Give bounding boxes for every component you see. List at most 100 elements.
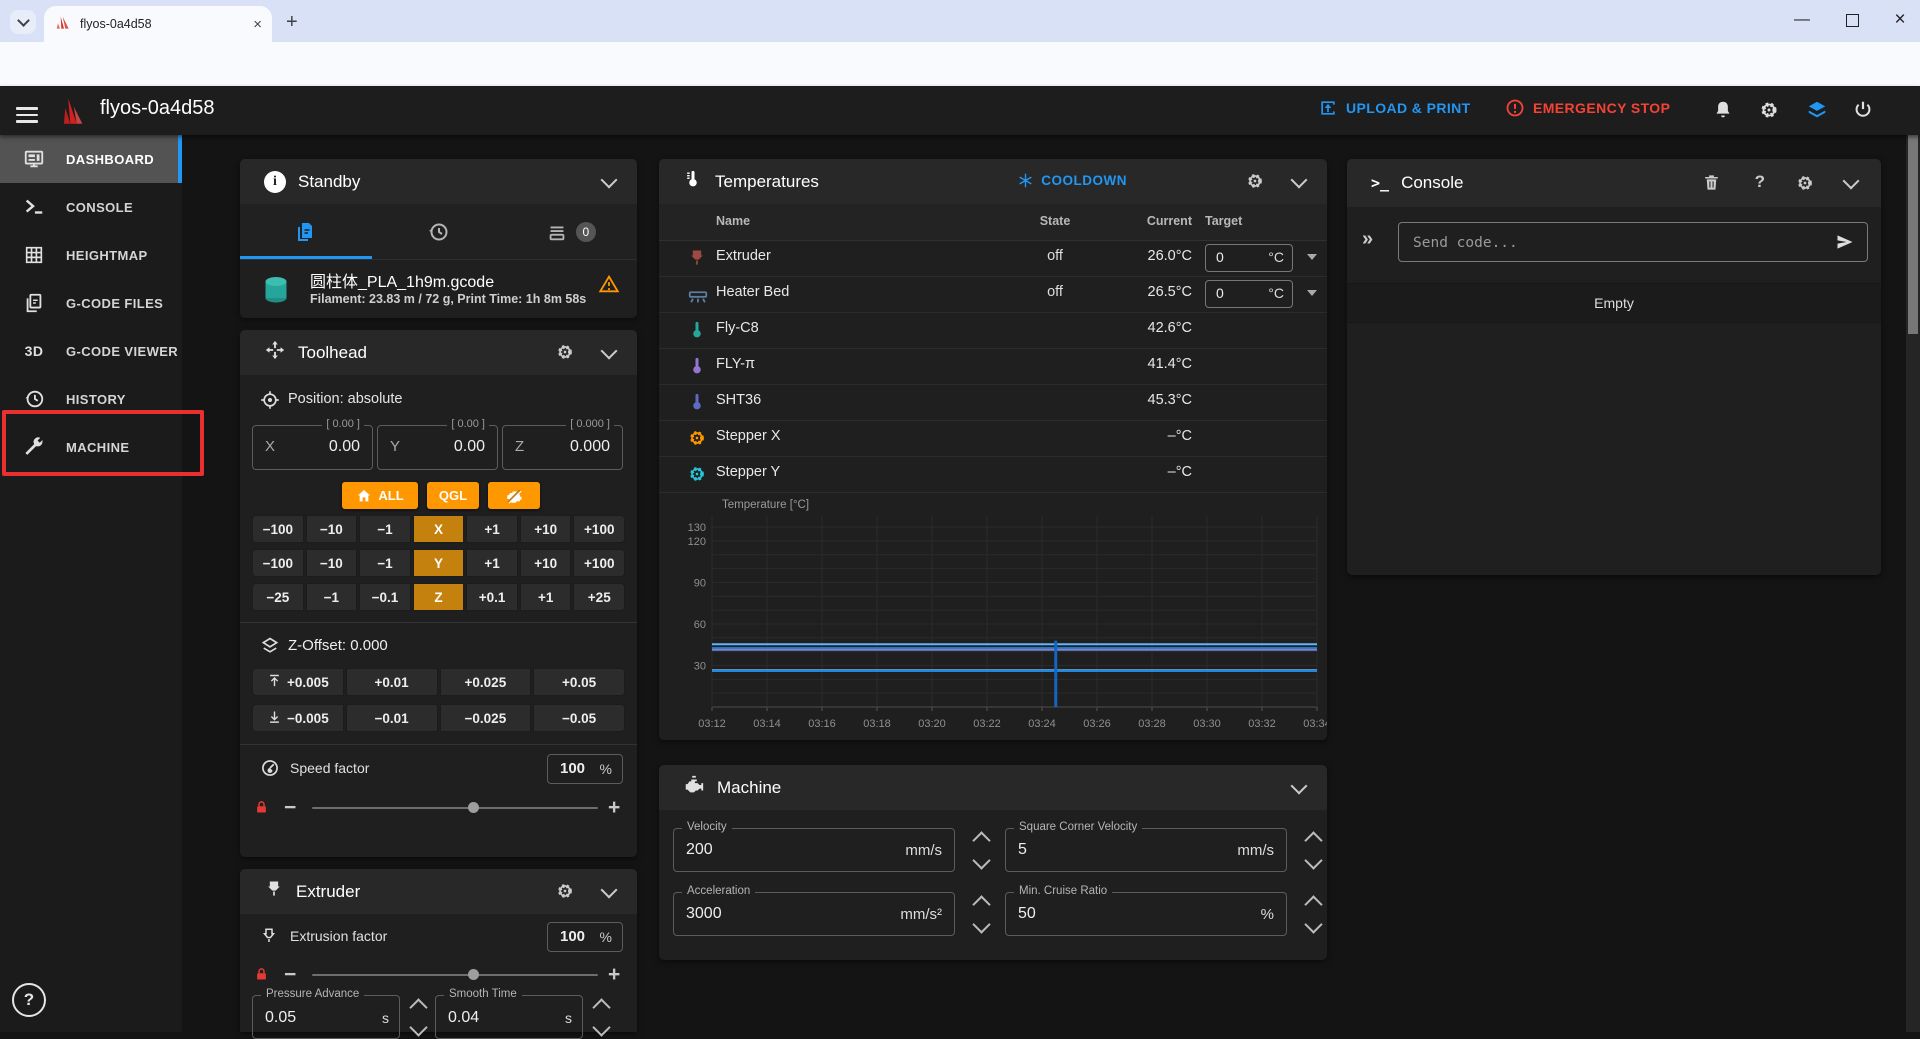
z-offset-+0.05-button[interactable]: +0.05 [533,668,625,696]
tab-history[interactable] [372,204,504,259]
emergency-stop-button[interactable]: EMERGENCY STOP [1505,98,1670,118]
velocity-field[interactable]: Velocity200mm/s [673,828,955,872]
move-y-+1-button[interactable]: +1 [466,549,518,577]
window-maximize-button[interactable] [1832,4,1872,36]
speed-factor-field[interactable]: 100 % [547,754,623,784]
tab-close-icon[interactable]: × [253,16,262,33]
min-cruise-ratio-down-icon[interactable] [1304,915,1322,933]
send-icon[interactable] [1835,232,1855,257]
extrusion-minus-button[interactable]: − [284,964,296,985]
z-offset-−0.05-button[interactable]: −0.05 [533,704,625,732]
velocity-down-icon[interactable] [972,851,990,869]
collapse-chevron-icon[interactable] [601,172,618,189]
move-z-−1-button[interactable]: −1 [306,583,358,611]
window-close-button[interactable]: × [1880,4,1920,36]
collapse-chevron-icon[interactable] [1291,778,1308,795]
target-temp-field[interactable]: 0°C [1205,280,1293,308]
extrusion-plus-button[interactable]: + [608,964,620,985]
pressure-advance-field[interactable]: Pressure Advance 0.05 s [252,995,400,1039]
move-y-−10-button[interactable]: −10 [306,549,358,577]
collapse-chevron-icon[interactable] [1291,172,1308,189]
z-position-field[interactable]: [ 0.000 ] Z 0.000 [502,425,623,470]
axis-z-button[interactable]: Z [413,583,465,611]
layers-icon[interactable] [1806,99,1828,126]
x-position-field[interactable]: [ 0.00 ] X 0.00 [252,425,373,470]
page-scrollbar[interactable] [1906,86,1920,1032]
move-z-−25-button[interactable]: −25 [252,583,304,611]
home-all-button[interactable]: ALL [342,482,418,509]
lock-icon[interactable] [254,800,269,820]
speed-plus-button[interactable]: + [608,797,620,818]
move-x-+100-button[interactable]: +100 [573,515,625,543]
hamburger-menu-icon[interactable] [16,103,38,127]
axis-x-button[interactable]: X [413,515,465,543]
new-tab-button[interactable]: + [286,12,298,32]
acceleration-down-icon[interactable] [972,915,990,933]
temperatures-settings-gear-icon[interactable] [1245,171,1265,196]
z-offset-+0.005-button[interactable]: +0.005 [252,668,344,696]
sidebar-item-machine[interactable]: MACHINE [0,423,182,471]
velocity-up-icon[interactable] [972,831,990,849]
notifications-bell-icon[interactable] [1712,99,1734,126]
cooldown-button[interactable]: COOLDOWN [1017,172,1127,189]
move-x-−100-button[interactable]: −100 [252,515,304,543]
tab-current-file[interactable] [240,204,372,259]
tab-list-chevron-icon[interactable] [10,10,36,34]
z-offset-−0.01-button[interactable]: −0.01 [346,704,438,732]
smooth-time-down-icon[interactable] [592,1018,610,1036]
lock-icon[interactable] [254,967,269,987]
scrollbar-thumb[interactable] [1908,104,1918,334]
y-position-field[interactable]: [ 0.00 ] Y 0.00 [377,425,498,470]
browser-tab[interactable]: flyos-0a4d58 × [44,6,272,42]
target-dropdown-arrow-icon[interactable] [1307,290,1317,296]
extrusion-slider[interactable] [312,974,598,976]
move-y-+10-button[interactable]: +10 [520,549,572,577]
extrusion-slider-thumb[interactable] [468,969,479,980]
flyos-logo-icon[interactable] [54,94,88,133]
acceleration-up-icon[interactable] [972,895,990,913]
min-cruise-ratio-up-icon[interactable] [1304,895,1322,913]
console-help-icon[interactable]: ? [1755,172,1765,192]
help-button[interactable]: ? [12,983,46,1017]
target-dropdown-arrow-icon[interactable] [1307,254,1317,260]
smooth-time-up-icon[interactable] [592,998,610,1016]
power-icon[interactable] [1852,99,1874,126]
move-z-+0.1-button[interactable]: +0.1 [466,583,518,611]
square-corner-velocity-field[interactable]: Square Corner Velocity5mm/s [1005,828,1287,872]
sidebar-item-g-code-files[interactable]: G-CODE FILES [0,279,182,327]
console-input[interactable] [1411,224,1795,262]
tab-job-queue[interactable]: 0 [505,204,637,259]
move-y-−100-button[interactable]: −100 [252,549,304,577]
move-z-+1-button[interactable]: +1 [520,583,572,611]
window-minimize-button[interactable]: — [1782,4,1822,36]
sidebar-item-g-code-viewer[interactable]: 3DG-CODE VIEWER [0,327,182,375]
collapse-chevron-icon[interactable] [601,343,618,360]
collapse-chevron-icon[interactable] [601,882,618,899]
speed-slider-thumb[interactable] [468,802,479,813]
move-z-+25-button[interactable]: +25 [573,583,625,611]
square-corner-velocity-up-icon[interactable] [1304,831,1322,849]
console-expand-button[interactable]: » [1362,228,1373,251]
services-gear-icon[interactable] [1758,99,1780,126]
z-offset-+0.01-button[interactable]: +0.01 [346,668,438,696]
qgl-button[interactable]: QGL [427,482,479,509]
move-z-−0.1-button[interactable]: −0.1 [359,583,411,611]
sidebar-item-heightmap[interactable]: HEIGHTMAP [0,231,182,279]
move-x-−10-button[interactable]: −10 [306,515,358,543]
toolhead-settings-gear-icon[interactable] [555,342,575,367]
z-offset-−0.005-button[interactable]: −0.005 [252,704,344,732]
min-cruise-ratio-field[interactable]: Min. Cruise Ratio50% [1005,892,1287,936]
axis-y-button[interactable]: Y [413,549,465,577]
sidebar-item-console[interactable]: CONSOLE [0,183,182,231]
move-x-−1-button[interactable]: −1 [359,515,411,543]
square-corner-velocity-down-icon[interactable] [1304,851,1322,869]
file-name[interactable]: 圆柱体_PLA_1h9m.gcode [310,268,494,292]
sidebar-item-dashboard[interactable]: DASHBOARD [0,135,182,183]
speed-slider[interactable] [312,807,598,809]
z-offset-−0.025-button[interactable]: −0.025 [440,704,532,732]
acceleration-field[interactable]: Acceleration3000mm/s² [673,892,955,936]
upload-print-button[interactable]: UPLOAD & PRINT [1318,98,1471,118]
target-temp-field[interactable]: 0°C [1205,244,1293,272]
trash-icon[interactable] [1702,173,1721,197]
extruder-settings-gear-icon[interactable] [555,881,575,906]
